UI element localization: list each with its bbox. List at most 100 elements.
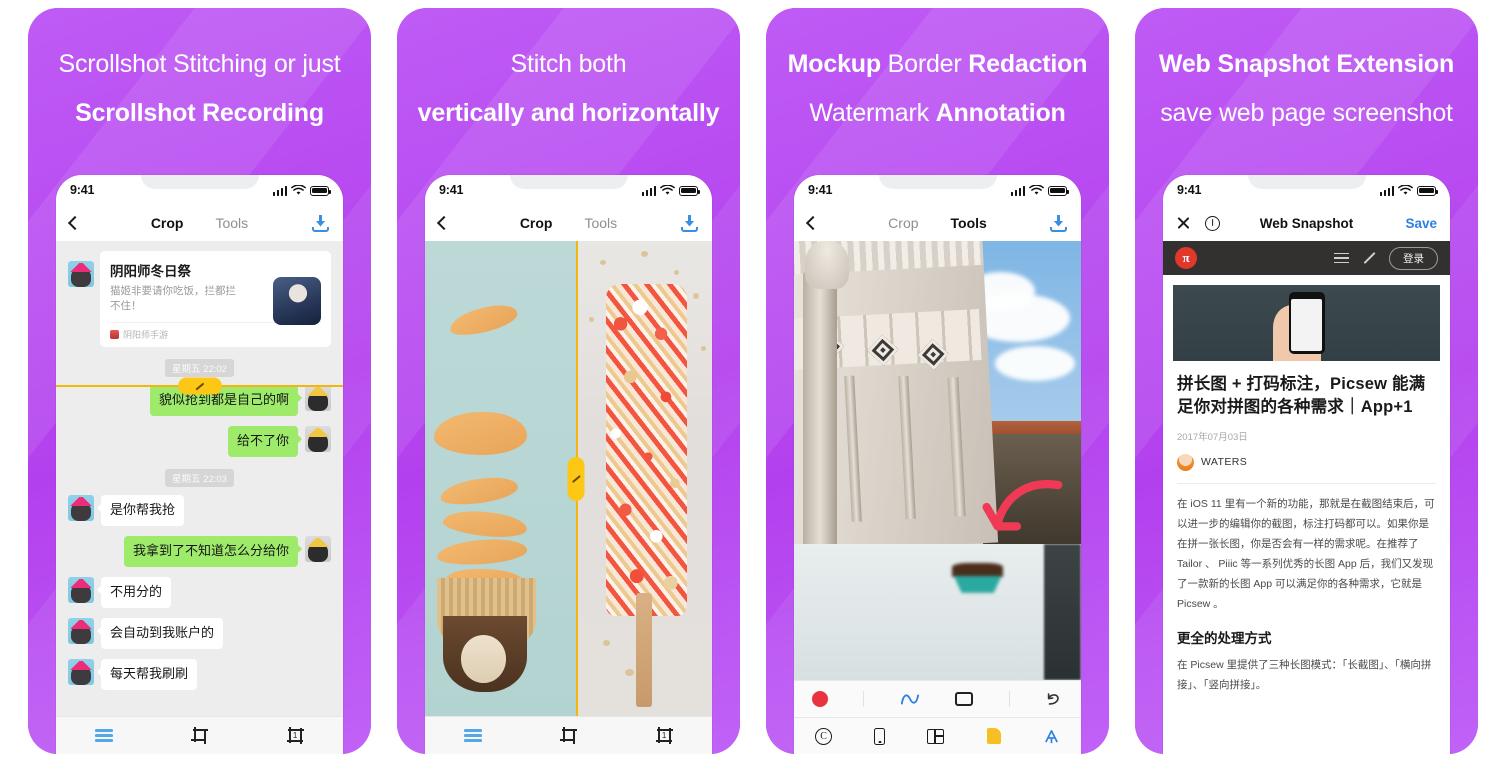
border-grid-icon[interactable] — [927, 728, 945, 744]
wifi-icon — [1029, 184, 1044, 195]
avatar — [305, 385, 331, 412]
caption-line-2: Scrollshot Recording — [75, 99, 324, 127]
write-pencil-icon[interactable] — [1362, 251, 1376, 265]
chat-bubble: 貌似抢到都是自己的啊 — [149, 385, 303, 417]
editor-canvas-2[interactable] — [425, 241, 712, 716]
tab-tools[interactable]: Tools — [584, 215, 617, 231]
record-dot-icon[interactable] — [811, 691, 828, 707]
stitch-handle-vertical[interactable] — [567, 456, 585, 501]
panel-3-caption: Mockup Border Redaction Watermark Annota… — [766, 8, 1109, 126]
notch — [140, 175, 259, 189]
site-navbar: π 登录 — [1163, 241, 1450, 275]
hamburger-menu-icon[interactable] — [1334, 252, 1349, 264]
download-icon[interactable] — [312, 214, 329, 232]
editor-navbar-2: Crop Tools — [425, 205, 712, 241]
chat-bubble: 不用分的 — [96, 577, 172, 608]
list-icon[interactable] — [464, 729, 483, 742]
save-button[interactable]: Save — [1405, 216, 1437, 231]
phone-mockup-3: 9:41 Crop Tools C — [794, 175, 1081, 754]
caption-line-1: Scrollshot Stitching or just — [58, 50, 341, 78]
crop-1-icon[interactable]: 1 — [286, 727, 304, 744]
copyright-icon[interactable]: C — [815, 727, 833, 745]
article-author: WATERS — [1163, 443, 1450, 471]
editor-canvas-1[interactable]: 阴阳师冬日祭 猫姬非要请你吃饭，拦都拦不住！ 阴阳师手游 星期五 22:02 貌… — [56, 241, 343, 716]
close-icon[interactable] — [1176, 216, 1191, 231]
horizontal-stitch-preview — [425, 241, 712, 716]
cellular-signal-icon — [641, 186, 656, 196]
annotation-icon[interactable] — [1043, 728, 1060, 745]
status-time: 9:41 — [808, 183, 833, 197]
editor-tabs-1: Crop Tools — [56, 215, 343, 231]
editor-tabs-2: Crop Tools — [425, 215, 712, 231]
crop-icon[interactable] — [191, 727, 209, 744]
divider — [863, 691, 865, 707]
wave-icon[interactable] — [900, 692, 920, 706]
article-heading-2: 更全的处理方式 — [1177, 631, 1272, 647]
editor-navbar-3: Crop Tools — [794, 205, 1081, 241]
caption-line-1: Web Snapshot Extension — [1158, 50, 1455, 78]
avatar — [305, 536, 331, 563]
phone-mockup-2: 9:41 Crop Tools 1 — [425, 175, 712, 754]
chat-bubble: 会自动到我账户的 — [96, 617, 224, 649]
chat-row: 会自动到我账户的 — [56, 617, 343, 649]
avatar — [68, 577, 94, 603]
stitch-left-half — [425, 241, 576, 716]
crop-1-icon[interactable]: 1 — [655, 727, 673, 744]
chat-row: 给不了你 — [56, 426, 343, 458]
avatar — [68, 658, 94, 685]
timestamp-label: 星期五 22:02 — [165, 359, 234, 378]
crop-icon[interactable] — [560, 727, 578, 744]
web-page-content[interactable]: π 登录 拼长图 + 打码标注，Picsew 能满足你对拼图的各种需求｜App+… — [1163, 241, 1450, 754]
back-chevron-icon[interactable] — [805, 215, 821, 231]
login-button[interactable]: 登录 — [1389, 246, 1438, 270]
web-snapshot-navbar: Web Snapshot Save — [1163, 205, 1450, 241]
status-time: 9:41 — [1177, 183, 1202, 197]
stitch-handle-1[interactable] — [177, 377, 222, 395]
battery-icon — [1417, 185, 1439, 196]
status-icons — [641, 184, 701, 196]
article-body: 在 iOS 11 里有一个新的功能，那就是在截图结束后，可以进一步的编辑你的截图… — [1177, 497, 1435, 610]
tab-crop[interactable]: Crop — [888, 215, 918, 231]
wifi-icon — [291, 184, 306, 195]
notch — [878, 175, 997, 189]
pencil-icon — [194, 381, 205, 392]
battery-icon — [1048, 185, 1070, 196]
download-icon[interactable] — [681, 214, 698, 232]
card-source-label: 阴阳师手游 — [123, 330, 169, 341]
avatar — [68, 617, 94, 644]
tab-tools[interactable]: Tools — [951, 215, 987, 231]
article-title: 拼长图 + 打码标注，Picsew 能满足你对拼图的各种需求｜App+1 — [1177, 375, 1426, 417]
info-icon[interactable] — [1205, 215, 1220, 231]
device-mockup-icon[interactable] — [874, 727, 886, 745]
pisa-photo — [794, 241, 1081, 680]
redaction-icon[interactable] — [986, 728, 1001, 744]
stitch-right-half — [575, 241, 712, 716]
notch — [509, 175, 628, 189]
promo-panel-4: Web Snapshot Extension save web page scr… — [1135, 8, 1478, 754]
status-icons — [272, 184, 332, 196]
dough-ball — [461, 635, 507, 683]
tab-tools[interactable]: Tools — [215, 215, 248, 231]
popsicle — [605, 283, 688, 617]
download-icon[interactable] — [1050, 214, 1067, 232]
undo-icon[interactable] — [1045, 692, 1063, 706]
status-icons — [1010, 184, 1070, 196]
caption-line-1: Stitch both — [510, 50, 627, 78]
list-icon[interactable] — [95, 729, 114, 742]
back-chevron-icon[interactable] — [67, 215, 83, 231]
battery-icon — [310, 185, 332, 196]
site-logo[interactable]: π — [1175, 247, 1197, 269]
caption-line-2: save web page screenshot — [1160, 99, 1453, 127]
tab-crop[interactable]: Crop — [520, 215, 553, 231]
back-chevron-icon[interactable] — [436, 215, 452, 231]
promo-panel-3: Mockup Border Redaction Watermark Annota… — [766, 8, 1109, 754]
cellular-signal-icon — [1379, 186, 1394, 196]
rectangle-icon[interactable] — [955, 692, 974, 706]
editor-canvas-3[interactable] — [794, 241, 1081, 680]
article-hero-image — [1173, 285, 1440, 361]
avatar — [68, 495, 94, 522]
cellular-signal-icon — [272, 186, 287, 196]
caption-line-2: Watermark Annotation — [780, 101, 1095, 126]
caption-word: Annotation — [935, 99, 1066, 127]
tab-crop[interactable]: Crop — [151, 215, 184, 231]
